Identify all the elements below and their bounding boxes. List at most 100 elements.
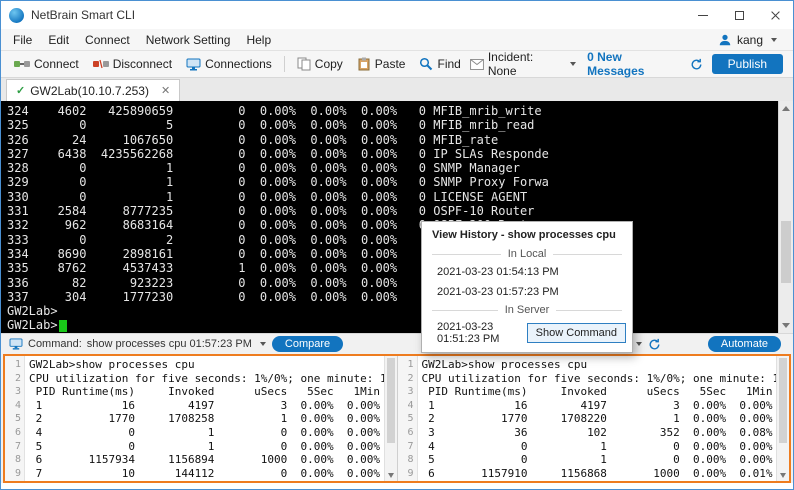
chevron-down-icon: [260, 342, 266, 346]
find-label: Find: [437, 57, 460, 71]
in-server-header: In Server: [422, 302, 632, 318]
tab-gw2lab[interactable]: ✓ GW2Lab(10.10.7.253) ✕: [6, 79, 180, 101]
terminal-line: 325 0 5 0 0.00% 0.00% 0.00% 0 MFIB_mrib_…: [7, 118, 778, 132]
code-line: PID Runtime(ms) Invoked uSecs 5Sec 1Min: [29, 385, 384, 399]
toolbar-separator: [284, 56, 285, 72]
chevron-down-icon: [771, 38, 777, 42]
compare-pane-right: 1 2 3 4 5 6 7 8 9 GW2Lab>show processes …: [397, 356, 790, 481]
incident-icon: [470, 59, 484, 70]
terminal-prompt: GW2Lab>: [7, 304, 778, 318]
command-dropdown[interactable]: Command: show processes cpu 01:57:23 PM: [9, 338, 266, 350]
terminal-line: 329 0 1 0 0.00% 0.00% 0.00% 0 SNMP Proxy…: [7, 175, 778, 189]
code-line: GW2Lab>show processes cpu: [422, 358, 777, 372]
connect-label: Connect: [34, 57, 79, 71]
code-line: 3 36 102 352 0.00% 0.08%: [422, 426, 777, 440]
refresh-icon[interactable]: [648, 338, 661, 351]
scroll-up-button[interactable]: [779, 101, 793, 116]
paste-label: Paste: [375, 57, 406, 71]
arrow-up-icon: [782, 106, 790, 111]
scroll-down-button[interactable]: [779, 318, 793, 333]
line-number: 4: [398, 399, 414, 413]
new-messages-link[interactable]: 0 New Messages: [587, 50, 681, 78]
code-line: PID Runtime(ms) Invoked uSecs 5Sec 1Min: [422, 385, 777, 399]
code-line: 5 0 1 0 0.00% 0.00%: [422, 453, 777, 467]
code-line: 4 0 1 0 0.00% 0.00%: [29, 426, 384, 440]
scrollbar-thumb[interactable]: [387, 358, 395, 443]
terminal-line: 328 0 1 0 0.00% 0.00% 0.00% 0 SNMP Manag…: [7, 161, 778, 175]
terminal-cursor: [59, 320, 67, 332]
line-number-gutter: 1 2 3 4 5 6 7 8 9: [398, 356, 418, 481]
window-title: NetBrain Smart CLI: [31, 8, 135, 22]
tab-label: GW2Lab(10.10.7.253): [30, 84, 149, 98]
line-number-gutter: 1 2 3 4 5 6 7 8 9: [5, 356, 25, 481]
menu-network-setting[interactable]: Network Setting: [138, 30, 239, 50]
command-label: Command:: [28, 338, 82, 350]
line-number: 3: [398, 385, 414, 399]
pane-scrollbar[interactable]: [384, 356, 397, 481]
app-window: NetBrain Smart CLI File Edit Connect Net…: [0, 0, 794, 490]
menu-file[interactable]: File: [5, 30, 40, 50]
terminal-line: 327 6438 4235562268 0 0.00% 0.00% 0.00% …: [7, 147, 778, 161]
code-line: 4 0 1 0 0.00% 0.00%: [422, 440, 777, 454]
line-number: 9: [5, 467, 21, 481]
line-number: 5: [5, 412, 21, 426]
history-item-local-2[interactable]: 2021-03-23 01:57:23 PM: [422, 282, 632, 302]
user-name: kang: [737, 33, 763, 47]
scrollbar-track[interactable]: [779, 116, 793, 318]
command-bar: Command: show processes cpu 01:57:23 PM …: [1, 333, 793, 354]
terminal-line: 330 0 1 0 0.00% 0.00% 0.00% 0 LICENSE AG…: [7, 190, 778, 204]
line-number: 4: [5, 399, 21, 413]
show-command-button[interactable]: Show Command: [527, 323, 626, 343]
line-number: 2: [398, 372, 414, 386]
line-number: 8: [5, 453, 21, 467]
compare-panel: 1 2 3 4 5 6 7 8 9 GW2Lab>show processes …: [3, 354, 791, 483]
line-number: 5: [398, 412, 414, 426]
disconnect-button[interactable]: Disconnect: [86, 54, 179, 74]
menu-edit[interactable]: Edit: [40, 30, 77, 50]
minimize-button[interactable]: [685, 1, 721, 29]
maximize-button[interactable]: [721, 1, 757, 29]
publish-button[interactable]: Publish: [712, 54, 783, 74]
terminal-line: 334 8690 2898161 0 0.00% 0.00% 0.00%: [7, 247, 778, 261]
pane-scrollbar[interactable]: [776, 356, 789, 481]
compare-button[interactable]: Compare: [272, 336, 343, 352]
menu-help[interactable]: Help: [238, 30, 279, 50]
terminal-prompt: GW2Lab>: [7, 318, 778, 332]
menu-connect[interactable]: Connect: [77, 30, 138, 50]
incident-dropdown[interactable]: Incident: None: [468, 47, 578, 81]
tab-close-icon[interactable]: ✕: [161, 84, 170, 97]
line-number: 7: [398, 440, 414, 454]
close-button[interactable]: [757, 1, 793, 29]
connections-button[interactable]: Connections: [179, 54, 279, 74]
title-bar: NetBrain Smart CLI: [1, 1, 793, 29]
code-line: 6 1157910 1156868 1000 0.00% 0.01%: [422, 467, 777, 481]
connect-icon: [14, 58, 30, 70]
terminal-output: 324 4602 425890659 0 0.00% 0.00% 0.00% 0…: [1, 101, 778, 333]
history-item-server[interactable]: 2021-03-23 01:51:23 PM: [437, 321, 518, 345]
copy-button[interactable]: Copy: [290, 54, 350, 74]
toolbar: Connect Disconnect Connections Co: [1, 51, 793, 78]
refresh-icon[interactable]: [690, 58, 703, 71]
line-number: 8: [398, 453, 414, 467]
scrollbar-thumb[interactable]: [781, 221, 791, 283]
history-item-server-row: 2021-03-23 01:51:23 PM Show Command: [422, 318, 632, 352]
scrollbar-thumb[interactable]: [779, 358, 787, 443]
arrow-down-icon: [780, 473, 786, 478]
copy-label: Copy: [315, 57, 343, 71]
terminal-scrollbar[interactable]: [778, 101, 793, 333]
code-line: 7 10 144112 0 0.00% 0.00%: [29, 467, 384, 481]
find-button[interactable]: Find: [412, 54, 467, 74]
code-line: 2 1770 1708220 1 0.00% 0.00%: [422, 412, 777, 426]
automate-button[interactable]: Automate: [708, 336, 781, 352]
terminal[interactable]: 324 4602 425890659 0 0.00% 0.00% 0.00% 0…: [1, 101, 793, 333]
terminal-line: 326 24 1067650 0 0.00% 0.00% 0.00% 0 MFI…: [7, 133, 778, 147]
line-number: 1: [398, 358, 414, 372]
disconnect-label: Disconnect: [113, 57, 172, 71]
connect-button[interactable]: Connect: [7, 54, 86, 74]
user-menu[interactable]: kang: [718, 33, 789, 47]
line-number: 3: [5, 385, 21, 399]
toolbar-right: Incident: None 0 New Messages Publish: [468, 47, 787, 81]
view-history-popup: View History - show processes cpu In Loc…: [421, 221, 633, 353]
paste-button[interactable]: Paste: [350, 54, 413, 74]
history-item-local-1[interactable]: 2021-03-23 01:54:13 PM: [422, 262, 632, 282]
